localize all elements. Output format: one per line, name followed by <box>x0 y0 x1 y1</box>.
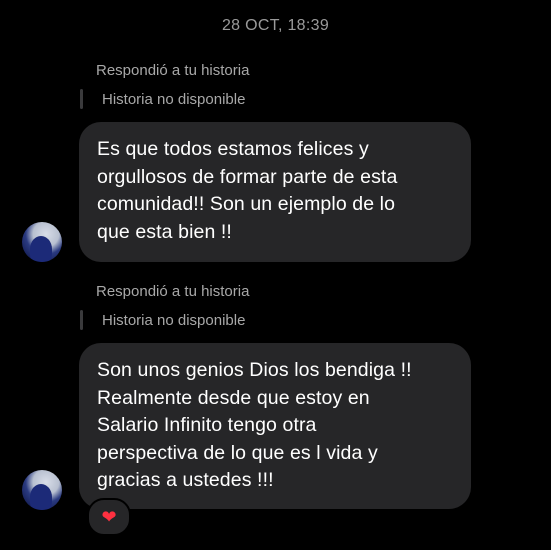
story-unavailable-text: Historia no disponible <box>102 311 246 329</box>
message-line: Realmente desde que estoy en <box>97 386 370 409</box>
heart-reaction[interactable]: ❤ <box>87 498 131 536</box>
message-line: perspectiva de lo que es l vida y <box>97 441 378 464</box>
message-line: Salario Infinito tengo otra <box>97 414 317 436</box>
message-line: que esta bien !! <box>97 220 232 243</box>
story-unavailable-text: Historia no disponible <box>102 90 246 108</box>
message-line: orgullosos de formar parte de esta <box>97 165 398 188</box>
message-bubble[interactable]: Son unos genios Dios los bendiga !! Real… <box>79 343 471 509</box>
story-reference-bar <box>80 89 83 109</box>
heart-icon: ❤ <box>101 506 117 527</box>
message-line: gracias a ustedes !!! <box>97 469 274 491</box>
story-reference[interactable]: Historia no disponible <box>80 88 245 110</box>
message-line: Son unos genios Dios los bendiga !! <box>97 359 412 381</box>
message-line: comunidad!! Son un ejemplo de lo <box>97 193 396 215</box>
story-reply-label: Respondió a tu historia <box>96 283 250 300</box>
dm-thread: 28 OCT, 18:39 Respondió a tu historia Hi… <box>0 0 551 550</box>
sender-avatar[interactable] <box>22 222 62 262</box>
story-reply-label: Respondió a tu historia <box>96 62 250 79</box>
sender-avatar[interactable] <box>22 470 62 510</box>
avatar-figure <box>30 484 52 510</box>
story-reference-bar <box>80 310 83 330</box>
story-reference[interactable]: Historia no disponible <box>80 309 245 331</box>
avatar-figure <box>30 236 52 262</box>
message-timestamp: 28 OCT, 18:39 <box>221 17 330 34</box>
message-bubble[interactable]: Es que todos estamos felices y orgulloso… <box>79 122 471 262</box>
message-line: Es que todos estamos felices y <box>97 138 369 160</box>
